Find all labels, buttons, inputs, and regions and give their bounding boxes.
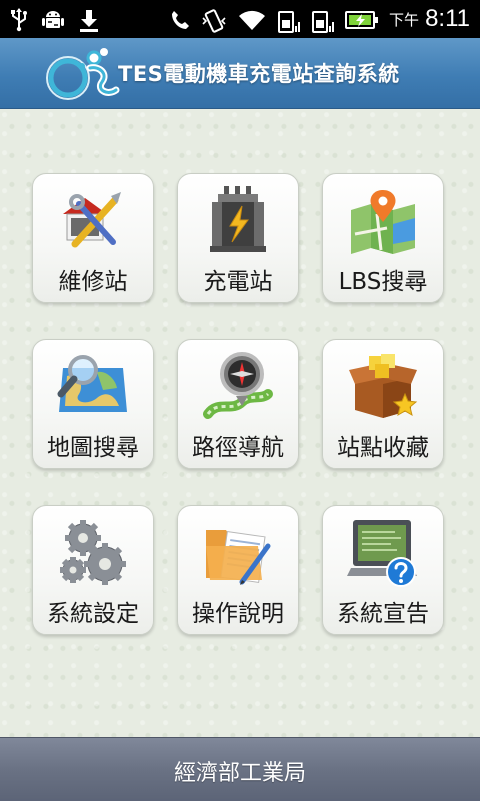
status-time: 8:11 (425, 5, 470, 32)
status-ampm: 下午 (389, 10, 420, 29)
sim2-icon (311, 8, 335, 33)
battery-icon (345, 8, 379, 30)
android-debug-icon (42, 8, 64, 30)
usb-icon (10, 8, 28, 32)
compass-navigation-icon (202, 350, 274, 422)
menu-item-label: 站點收藏 (337, 435, 429, 461)
download-icon (78, 8, 100, 32)
menu-item-lbs-search[interactable]: LBS搜尋 (322, 173, 444, 303)
menu-item-station-favorites[interactable]: 站點收藏 (322, 339, 444, 469)
menu-item-user-guide[interactable]: 操作說明 (177, 505, 299, 635)
menu-item-label: 維修站 (58, 269, 128, 295)
map-magnifier-icon (57, 350, 129, 422)
charging-station-icon (202, 184, 274, 256)
sim1-icon (277, 8, 301, 33)
wifi-icon (237, 8, 267, 30)
menu-item-label: 系統設定 (47, 601, 139, 627)
menu-item-repair-station[interactable]: 維修站 (32, 173, 154, 303)
footer-bar: 經濟部工業局 (0, 737, 480, 801)
menu-item-charging-station[interactable]: 充電站 (177, 173, 299, 303)
menu-item-system-settings[interactable]: 系統設定 (32, 505, 154, 635)
menu-item-label: 系統宣告 (337, 601, 429, 627)
favorite-box-icon (347, 350, 419, 422)
menu-item-label: 充電站 (203, 269, 273, 295)
vibrate-icon (201, 8, 227, 33)
menu-item-label: 路徑導航 (192, 435, 284, 461)
menu-item-label: LBS搜尋 (338, 269, 428, 295)
menu-item-route-navigation[interactable]: 路徑導航 (177, 339, 299, 469)
document-folder-icon (202, 516, 274, 588)
help-monitor-icon (347, 516, 419, 588)
footer-text: 經濟部工業局 (173, 761, 306, 786)
menu-item-label: 操作說明 (192, 601, 284, 627)
app-logo (42, 44, 124, 104)
gears-icon (57, 516, 129, 588)
app-header: TES電動機車充電站查詢系統 (0, 38, 480, 109)
status-bar: 下午 8:11 (0, 0, 480, 38)
phone-icon (169, 8, 191, 30)
menu-item-map-search[interactable]: 地圖搜尋 (32, 339, 154, 469)
menu-item-system-announcement[interactable]: 系統宣告 (322, 505, 444, 635)
repair-tools-icon (57, 184, 129, 256)
map-pin-icon (347, 184, 419, 256)
app-title: TES電動機車充電站查詢系統 (118, 62, 400, 86)
menu-item-label: 地圖搜尋 (47, 435, 139, 461)
main-menu-grid: 維修站 充電站 LBS搜尋 地圖搜尋 路徑導航 站點收藏 系統設定 操作說明 系… (0, 109, 480, 737)
